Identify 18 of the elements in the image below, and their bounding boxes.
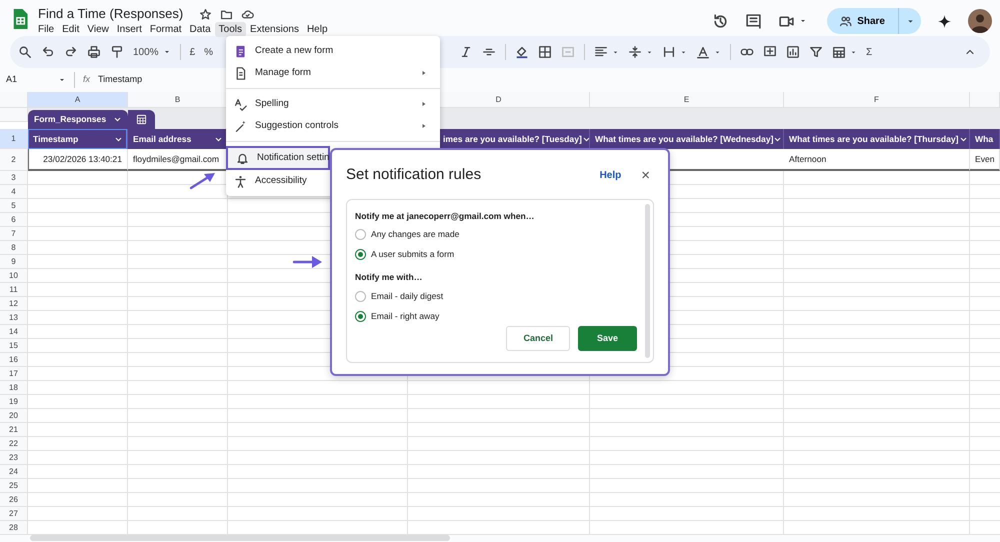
table-cell: 23/02/2026 13:40:21 [43, 152, 122, 166]
column-title: imes are you available? [Tuesday] [442, 132, 582, 146]
column-title: Wha [975, 132, 994, 146]
column-title: Timestamp [33, 132, 78, 146]
section-heading: Notify me with… [355, 271, 424, 284]
option-label: Email - daily digest [371, 290, 444, 303]
table-cell: Afternoon [789, 152, 826, 166]
function-label: fx [83, 73, 90, 86]
option-label: Any changes are made [371, 228, 460, 242]
column-title: What times are you available? [Thursday] [789, 132, 959, 146]
column-title: Email address [133, 132, 192, 146]
table-cell: Even [975, 152, 995, 166]
table-cell: floydmiles@gmail.com [133, 152, 220, 166]
section-heading: Notify me at janecoperr@gmail.com when… [355, 210, 536, 222]
option-label: A user submits a form [371, 248, 454, 262]
option-label: Email - right away [371, 310, 440, 323]
column-title: What times are you available? [Wednesday] [595, 132, 774, 146]
dialog-title: Set notification rules [346, 165, 482, 185]
